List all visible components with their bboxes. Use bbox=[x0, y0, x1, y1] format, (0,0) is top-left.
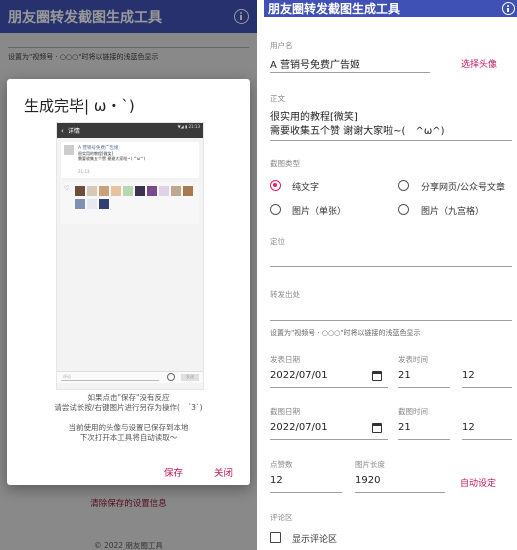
saved-hint-line1: 当前使用的头像与设置已保存到本地 bbox=[68, 423, 189, 432]
radio-text-only[interactable] bbox=[270, 180, 281, 191]
preview-time: 21:13 bbox=[78, 169, 90, 174]
post-hour-underline bbox=[398, 387, 450, 388]
like-avatar bbox=[87, 186, 97, 196]
like-avatar bbox=[99, 186, 109, 196]
right-panel: 朋友圈转发截图生成工具 用户名 A 营销号免费广告姬 选择头像 正文 很实用的教… bbox=[264, 0, 517, 550]
username-input[interactable]: A 营销号免费广告姬 bbox=[270, 56, 360, 71]
show-comments-label[interactable]: 显示评论区 bbox=[292, 532, 337, 545]
body-label: 正文 bbox=[270, 94, 285, 103]
post-hour-input[interactable]: 21 bbox=[398, 370, 411, 381]
preview-comment-bar: 评论 发送 bbox=[57, 371, 203, 383]
preview-post: A 营销号免费广告姬 很实用的教程[微笑] 需要收集五个赞 谢谢大家啦~( ^ω… bbox=[61, 142, 199, 178]
shot-date-label: 截图日期 bbox=[270, 407, 300, 416]
radio-single-image-label[interactable]: 图片（单张） bbox=[292, 204, 346, 217]
forward-source-input[interactable] bbox=[270, 320, 512, 321]
app-bar: 朋友圈转发截图生成工具 bbox=[0, 0, 257, 33]
like-avatar bbox=[159, 186, 169, 196]
preview-nav-title: 详情 bbox=[67, 128, 80, 135]
like-avatar bbox=[87, 199, 97, 209]
likes-input[interactable]: 12 bbox=[270, 475, 283, 486]
like-avatar bbox=[111, 186, 121, 196]
saved-hint-line2: 下次打开本工具将自动读取～ bbox=[79, 433, 178, 442]
like-avatar bbox=[99, 199, 109, 209]
shot-minute-underline bbox=[462, 439, 512, 440]
like-avatar bbox=[75, 186, 85, 196]
radio-nine-grid-label[interactable]: 图片（九宫格） bbox=[421, 204, 484, 217]
avatar bbox=[64, 145, 74, 155]
app-title: 朋友圈转发截图生成工具 bbox=[8, 9, 162, 26]
like-avatar bbox=[183, 186, 193, 196]
show-comments-checkbox[interactable] bbox=[270, 532, 281, 543]
like-avatar bbox=[171, 186, 181, 196]
save-button[interactable]: 保存 bbox=[164, 465, 183, 479]
like-avatar bbox=[75, 199, 85, 209]
save-hint-line1: 如果点击"保存"没有反应 bbox=[87, 393, 170, 402]
comments-label: 评论区 bbox=[270, 513, 293, 522]
calendar-icon[interactable] bbox=[372, 423, 382, 433]
radio-share-webpage[interactable] bbox=[398, 180, 409, 191]
shot-minute-input[interactable]: 12 bbox=[462, 422, 475, 433]
preview-nav-bar: ‹ 详情 ▼◢ ▮ 21:13 bbox=[57, 123, 203, 138]
preview-status-bar: ▼◢ ▮ 21:13 bbox=[177, 124, 200, 129]
likes-label: 点赞数 bbox=[270, 460, 293, 469]
post-minute-underline bbox=[462, 387, 512, 388]
post-date-label: 发表日期 bbox=[270, 355, 300, 364]
auto-set-button[interactable]: 自动设定 bbox=[460, 476, 496, 489]
like-avatar bbox=[123, 186, 133, 196]
forward-source-label: 转发出处 bbox=[270, 290, 300, 299]
radio-text-only-label[interactable]: 纯文字 bbox=[292, 180, 319, 193]
result-dialog: 生成完毕| ω・`) ‹ 详情 ▼◢ ▮ 21:13 A 营销号免费广告姬 很实… bbox=[7, 79, 250, 485]
info-icon[interactable] bbox=[234, 9, 249, 24]
preview-comment-input: 评论 bbox=[61, 374, 159, 381]
shot-date-underline bbox=[270, 439, 388, 440]
post-date-input[interactable]: 2022/07/01 bbox=[270, 370, 328, 381]
like-avatar bbox=[147, 186, 157, 196]
generated-screenshot-preview[interactable]: ‹ 详情 ▼◢ ▮ 21:13 A 营销号免费广告姬 很实用的教程[微笑] 需要… bbox=[56, 122, 204, 390]
body-underline bbox=[270, 140, 512, 141]
preview-likes-area: ♡ bbox=[61, 182, 199, 224]
shot-date-input[interactable]: 2022/07/01 bbox=[270, 422, 328, 433]
choose-avatar-button[interactable]: 选择头像 bbox=[461, 57, 497, 70]
image-length-label: 图片长度 bbox=[355, 460, 385, 469]
app-bar: 朋友圈转发截图生成工具 bbox=[264, 0, 517, 17]
post-date-underline bbox=[270, 387, 388, 388]
shot-hour-input[interactable]: 21 bbox=[398, 422, 411, 433]
radio-share-webpage-label[interactable]: 分享网页/公众号文章 bbox=[421, 180, 505, 193]
app-title: 朋友圈转发截图生成工具 bbox=[268, 2, 401, 16]
image-length-underline bbox=[355, 492, 445, 493]
dialog-title: 生成完毕| ω・`) bbox=[24, 97, 135, 115]
heart-icon: ♡ bbox=[64, 185, 70, 192]
image-length-input[interactable]: 1920 bbox=[355, 475, 380, 486]
body-line1[interactable]: 很实用的教程[微笑] bbox=[270, 108, 358, 123]
save-hint-line2: 请尝试长按/右键图片进行另存为操作( ´3`) bbox=[54, 403, 203, 412]
likes-underline bbox=[270, 492, 342, 493]
calendar-icon[interactable] bbox=[372, 371, 382, 381]
link-hint-text: 设置为"视频号 · ○○○"时将以链接的浅蓝色显示 bbox=[270, 329, 421, 337]
username-label: 用户名 bbox=[270, 41, 293, 50]
left-panel: 设置为"视频号 · ○○○"时将以链接的浅蓝色显示 清除保存的设置信息 © 20… bbox=[0, 0, 257, 550]
location-input[interactable] bbox=[270, 266, 512, 267]
preview-send-button: 发送 bbox=[181, 374, 199, 381]
post-time-label: 发表时间 bbox=[398, 355, 428, 364]
shot-hour-underline bbox=[398, 439, 450, 440]
username-underline bbox=[270, 72, 430, 73]
location-label: 定位 bbox=[270, 237, 285, 246]
post-minute-input[interactable]: 12 bbox=[462, 370, 475, 381]
screenshot-type-label: 截图类型 bbox=[270, 159, 300, 168]
preview-body: 很实用的教程[微笑] 需要收集五个赞 谢谢大家啦~( ^ω^) bbox=[78, 151, 146, 161]
radio-single-image[interactable] bbox=[270, 204, 281, 215]
like-avatar bbox=[135, 186, 145, 196]
body-line2[interactable]: 需要收集五个赞 谢谢大家啦~( ^ω^) bbox=[270, 122, 445, 137]
emoji-icon bbox=[167, 373, 175, 381]
shot-time-label: 截图时间 bbox=[398, 407, 428, 416]
close-button[interactable]: 关闭 bbox=[214, 465, 233, 479]
info-icon[interactable] bbox=[502, 2, 515, 15]
radio-nine-grid[interactable] bbox=[398, 204, 409, 215]
back-arrow-icon: ‹ bbox=[61, 126, 64, 135]
